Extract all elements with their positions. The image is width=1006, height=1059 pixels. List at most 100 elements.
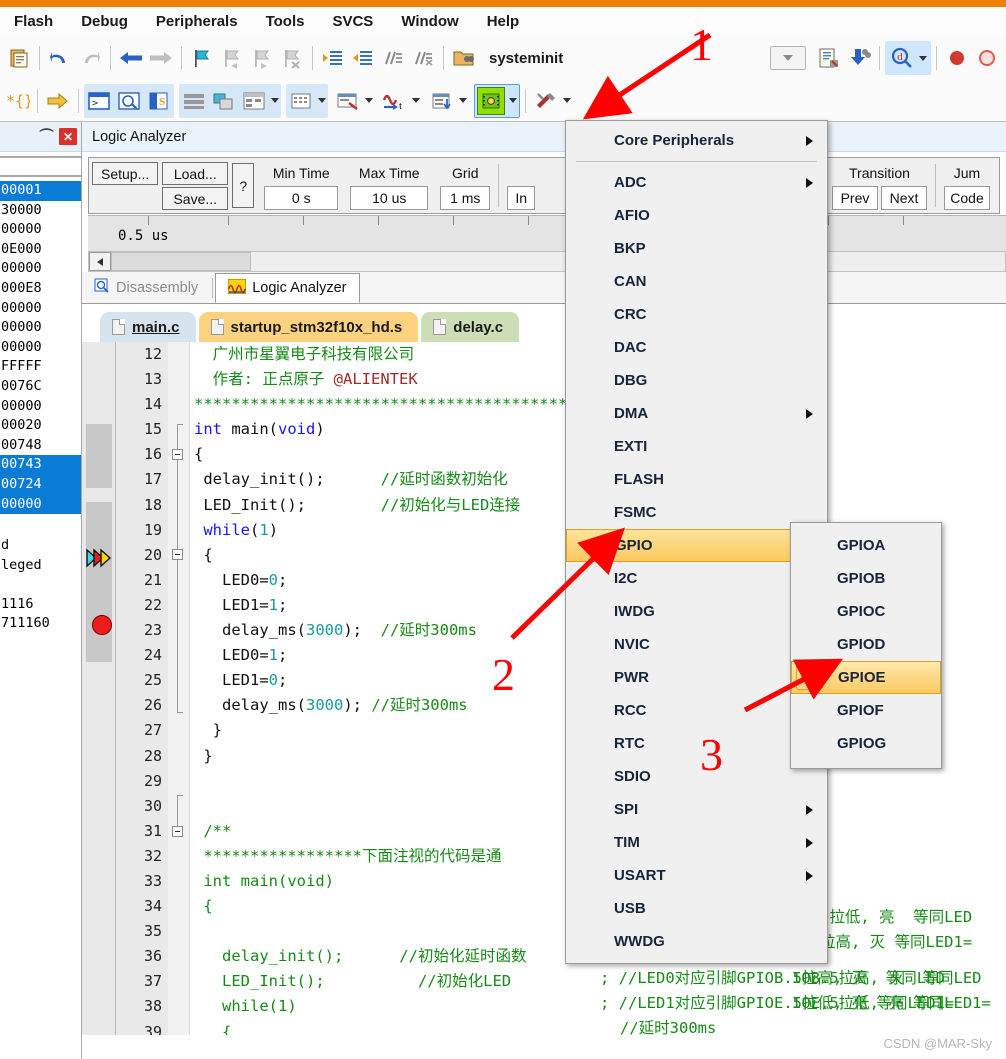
analysis-window-icon[interactable]: t: [380, 86, 410, 116]
project-target-dropdown[interactable]: [770, 46, 806, 70]
help-button[interactable]: ?: [232, 163, 255, 208]
menu-item-tools[interactable]: Tools: [252, 11, 319, 32]
chevron-down-icon[interactable]: [316, 86, 328, 116]
disassembly-icon[interactable]: [114, 86, 144, 116]
register-value[interactable]: 00001: [0, 181, 81, 201]
register-value[interactable]: 00000: [0, 494, 81, 515]
menu-item-peripherals[interactable]: Peripherals: [142, 11, 252, 32]
chevron-down-icon[interactable]: [507, 86, 519, 116]
menu-item-crc[interactable]: CRC: [566, 298, 827, 331]
register-value-list[interactable]: 00001 30000 00000 0E000 00000 000E8 00000 00000…: [0, 181, 81, 515]
menu-item-core-peripherals[interactable]: Core Peripherals: [566, 124, 827, 157]
register-value[interactable]: FFFFF: [0, 357, 81, 377]
register-value[interactable]: 00000: [0, 220, 81, 240]
menu-item-fsmc[interactable]: FSMC: [566, 496, 827, 529]
register-value[interactable]: 0076C: [0, 377, 81, 397]
next-button[interactable]: Next: [881, 186, 927, 210]
register-value[interactable]: 00000: [0, 318, 81, 338]
menu-item-spi[interactable]: SPI: [566, 793, 827, 826]
setup-button[interactable]: Setup...: [92, 161, 159, 185]
code-line[interactable]: {: [194, 1020, 1006, 1035]
code-folding-gutter[interactable]: [168, 342, 190, 1035]
menu-item-can[interactable]: CAN: [566, 265, 827, 298]
call-stack-icon[interactable]: [209, 86, 239, 116]
watch-window-icon[interactable]: [239, 86, 269, 116]
min-time-value[interactable]: 0 s: [264, 186, 339, 210]
file-tab-delay-c[interactable]: delay.c: [421, 312, 520, 342]
trace-icon[interactable]: [427, 86, 457, 116]
menu-item-rtc[interactable]: RTC: [566, 727, 827, 760]
prev-button[interactable]: Prev: [832, 186, 878, 210]
file-tab-startup-s[interactable]: startup_stm32f10x_hd.s: [198, 312, 419, 342]
open-project-icon[interactable]: [449, 43, 479, 73]
zoom-in-button[interactable]: In: [507, 186, 536, 210]
register-value[interactable]: 0E000: [0, 240, 81, 260]
build-icon[interactable]: [844, 43, 874, 73]
menu-item-dma[interactable]: DMA: [566, 397, 827, 430]
navigate-back-icon[interactable]: [116, 43, 146, 73]
chevron-down-icon[interactable]: [457, 86, 469, 116]
register-value[interactable]: 00743: [0, 455, 81, 475]
register-value[interactable]: 00000: [0, 299, 81, 319]
register-value[interactable]: 00020: [0, 416, 81, 436]
find-in-files-group[interactable]: d: [885, 41, 931, 75]
menu-item-adc[interactable]: ADC: [566, 166, 827, 199]
system-viewer-group[interactable]: [474, 83, 520, 118]
fold-toggle-icon[interactable]: [172, 549, 183, 560]
menu-item-bkp[interactable]: BKP: [566, 232, 827, 265]
target-options-icon[interactable]: [814, 43, 844, 73]
menu-item-tim[interactable]: TIM: [566, 826, 827, 859]
fold-toggle-icon[interactable]: [172, 449, 183, 460]
menu-item-afio[interactable]: AFIO: [566, 199, 827, 232]
menu-item-dbg[interactable]: DBG: [566, 364, 827, 397]
register-value[interactable]: 000E8: [0, 279, 81, 299]
register-value[interactable]: 00000: [0, 259, 81, 279]
menu-item-window[interactable]: Window: [387, 11, 472, 32]
menu-item-debug[interactable]: Debug: [67, 11, 142, 32]
chevron-down-icon[interactable]: [410, 86, 422, 116]
file-tab-main-c[interactable]: main.c: [100, 312, 196, 342]
chevron-down-icon[interactable]: [363, 86, 375, 116]
menu-item-sdio[interactable]: SDIO: [566, 760, 827, 793]
insert-braces-icon[interactable]: *{}: [2, 86, 32, 116]
menu-item-svcs[interactable]: SVCS: [318, 11, 387, 32]
gpio-submenu[interactable]: GPIOAGPIOBGPIOCGPIOD✓GPIOEGPIOFGPIOG: [790, 522, 942, 769]
close-icon[interactable]: ✕: [59, 128, 77, 145]
zoom-in-field[interactable]: In: [501, 161, 541, 210]
menu-item-gpiob[interactable]: GPIOB: [791, 562, 941, 595]
fold-toggle-icon[interactable]: [172, 826, 183, 837]
grid-field[interactable]: Grid 1 ms: [434, 161, 496, 210]
editor-margin-gutter[interactable]: [82, 342, 116, 1035]
pin-icon[interactable]: ⏜: [40, 128, 53, 145]
serial-window-icon[interactable]: [333, 86, 363, 116]
max-time-value[interactable]: 10 us: [350, 186, 429, 210]
find-in-files-icon[interactable]: d: [887, 43, 917, 73]
tools-icon[interactable]: [531, 86, 561, 116]
scroll-thumb[interactable]: [111, 252, 251, 271]
undo-icon[interactable]: [45, 43, 75, 73]
menu-item-dac[interactable]: DAC: [566, 331, 827, 364]
symbols-icon[interactable]: S: [144, 86, 174, 116]
system-viewer-icon[interactable]: [477, 86, 505, 115]
tab-disassembly[interactable]: Disassembly: [82, 273, 210, 303]
chevron-down-icon[interactable]: [917, 43, 929, 73]
chevron-down-icon[interactable]: [269, 86, 281, 116]
registers-icon[interactable]: [179, 86, 209, 116]
scroll-left-icon[interactable]: [89, 252, 111, 271]
tab-logic-analyzer[interactable]: Logic Analyzer: [215, 273, 360, 303]
bookmark-toggle-icon[interactable]: [187, 43, 217, 73]
save-button[interactable]: Save...: [162, 186, 229, 210]
menu-item-flash[interactable]: FLASH: [566, 463, 827, 496]
menu-item-gpiod[interactable]: GPIOD: [791, 628, 941, 661]
chevron-down-icon[interactable]: [561, 86, 573, 116]
reset-icon[interactable]: [972, 43, 1002, 73]
menu-item-gpioc[interactable]: GPIOC: [791, 595, 941, 628]
logic-analyzer-hscrollbar[interactable]: [88, 251, 1006, 272]
memory-window-icon[interactable]: [286, 86, 316, 116]
menu-item-flash[interactable]: Flash: [0, 11, 67, 32]
run-to-cursor-icon[interactable]: [43, 86, 73, 116]
outdent-icon[interactable]: [348, 43, 378, 73]
register-value[interactable]: 00000: [0, 397, 81, 417]
max-time-field[interactable]: Max Time 10 us: [344, 161, 434, 210]
menu-item-gpioa[interactable]: GPIOA: [791, 529, 941, 562]
